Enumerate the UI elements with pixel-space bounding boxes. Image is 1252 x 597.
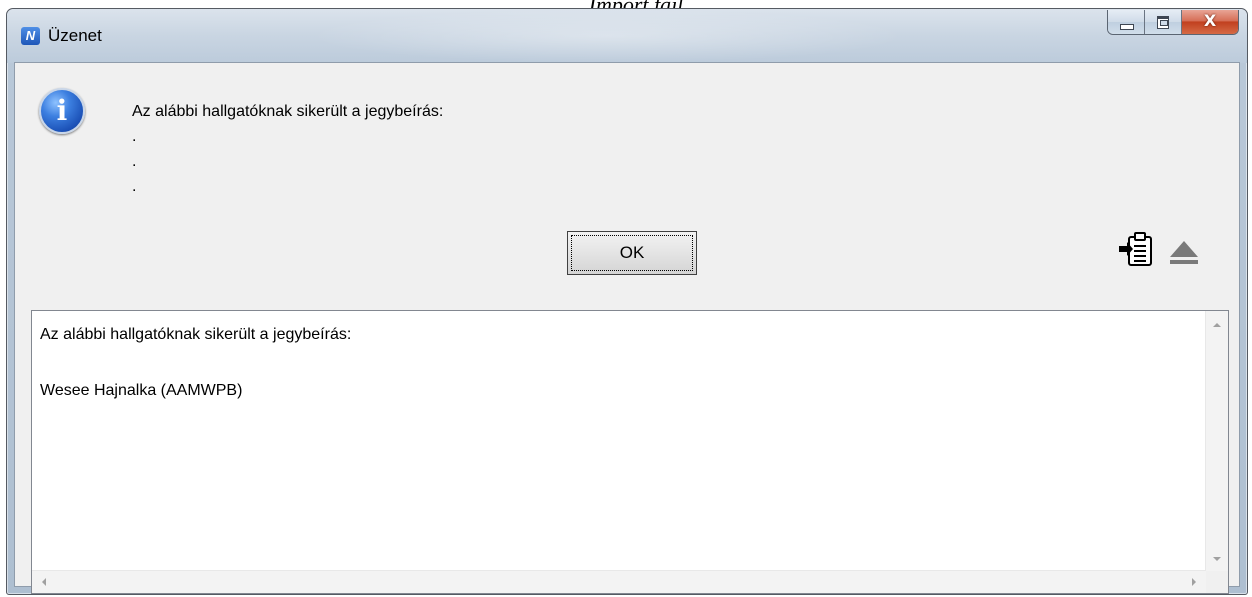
- minimize-button[interactable]: [1108, 10, 1145, 34]
- window-title: Üzenet: [48, 26, 102, 45]
- window-controls: X: [1107, 10, 1239, 35]
- details-text: Az alábbi hallgatóknak sikerült a jegybe…: [40, 326, 352, 399]
- ok-button[interactable]: OK: [567, 231, 697, 275]
- message-text: Az alábbi hallgatóknak sikerült a jegybe…: [132, 99, 443, 199]
- message-line: Az alábbi hallgatóknak sikerült a jegybe…: [132, 103, 444, 120]
- vertical-scrollbar[interactable]: [1205, 311, 1228, 571]
- scroll-right-icon[interactable]: [1192, 578, 1196, 586]
- details-textarea[interactable]: Az alábbi hallgatóknak sikerült a jegybe…: [31, 310, 1229, 594]
- title-bar[interactable]: N Üzenet X: [7, 9, 1247, 63]
- minimize-icon: [1120, 24, 1134, 30]
- clipboard-icon[interactable]: [1117, 231, 1157, 269]
- info-icon: i: [39, 88, 85, 134]
- scroll-up-icon[interactable]: [1213, 323, 1221, 327]
- horizontal-scrollbar[interactable]: [32, 570, 1206, 593]
- message-line: .: [132, 128, 137, 145]
- scrollbar-corner: [1206, 571, 1228, 593]
- scroll-down-icon[interactable]: [1213, 557, 1221, 561]
- eject-icon[interactable]: [1167, 235, 1201, 269]
- maximize-icon: [1157, 16, 1169, 29]
- app-icon: N: [21, 27, 40, 45]
- message-line: .: [132, 178, 137, 195]
- scroll-left-icon[interactable]: [42, 578, 46, 586]
- page-caption: Import fájl: [0, 0, 1252, 8]
- ok-button-label: OK: [571, 235, 693, 271]
- close-button[interactable]: X: [1182, 10, 1238, 34]
- maximize-button[interactable]: [1145, 10, 1182, 34]
- close-icon: X: [1203, 11, 1217, 30]
- message-line: .: [132, 153, 137, 170]
- dialog-body: i Az alábbi hallgatóknak sikerült a jegy…: [14, 62, 1240, 594]
- message-dialog: N Üzenet X i Az alábbi hallgatóknak sike…: [6, 8, 1248, 595]
